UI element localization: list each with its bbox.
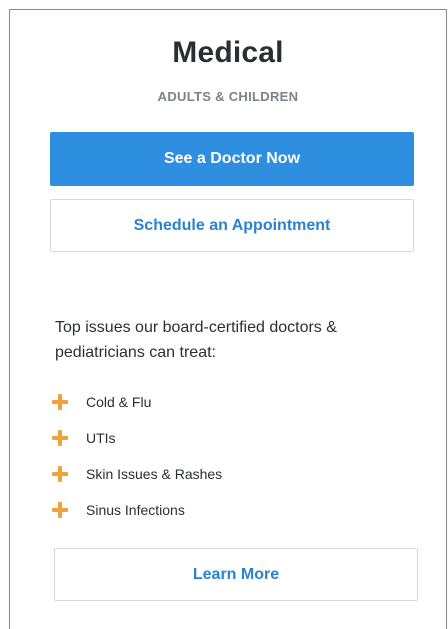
learn-more-button[interactable]: Learn More bbox=[54, 548, 418, 601]
list-item: Skin Issues & Rashes bbox=[52, 456, 222, 492]
plus-icon bbox=[52, 394, 68, 410]
issues-intro-text: Top issues our board-certified doctors &… bbox=[55, 319, 337, 361]
issue-label: Sinus Infections bbox=[86, 502, 185, 518]
schedule-appointment-button[interactable]: Schedule an Appointment bbox=[50, 199, 414, 252]
list-item: Sinus Infections bbox=[52, 492, 222, 528]
issue-label: Cold & Flu bbox=[86, 394, 152, 410]
plus-icon bbox=[52, 502, 68, 518]
list-item: UTIs bbox=[52, 420, 222, 456]
see-doctor-now-button[interactable]: See a Doctor Now bbox=[50, 132, 414, 186]
card-subtitle: ADULTS & CHILDREN bbox=[157, 89, 299, 104]
issue-label: UTIs bbox=[86, 430, 116, 446]
list-item: Cold & Flu bbox=[52, 384, 222, 420]
issues-list: Cold & Flu UTIs Skin Issues & Rashes Sin… bbox=[52, 384, 222, 528]
plus-icon bbox=[52, 430, 68, 446]
plus-icon bbox=[52, 466, 68, 482]
issue-label: Skin Issues & Rashes bbox=[86, 466, 223, 482]
medical-card: Medical ADULTS & CHILDREN See a Doctor N… bbox=[9, 9, 447, 629]
card-title: Medical bbox=[172, 36, 284, 69]
